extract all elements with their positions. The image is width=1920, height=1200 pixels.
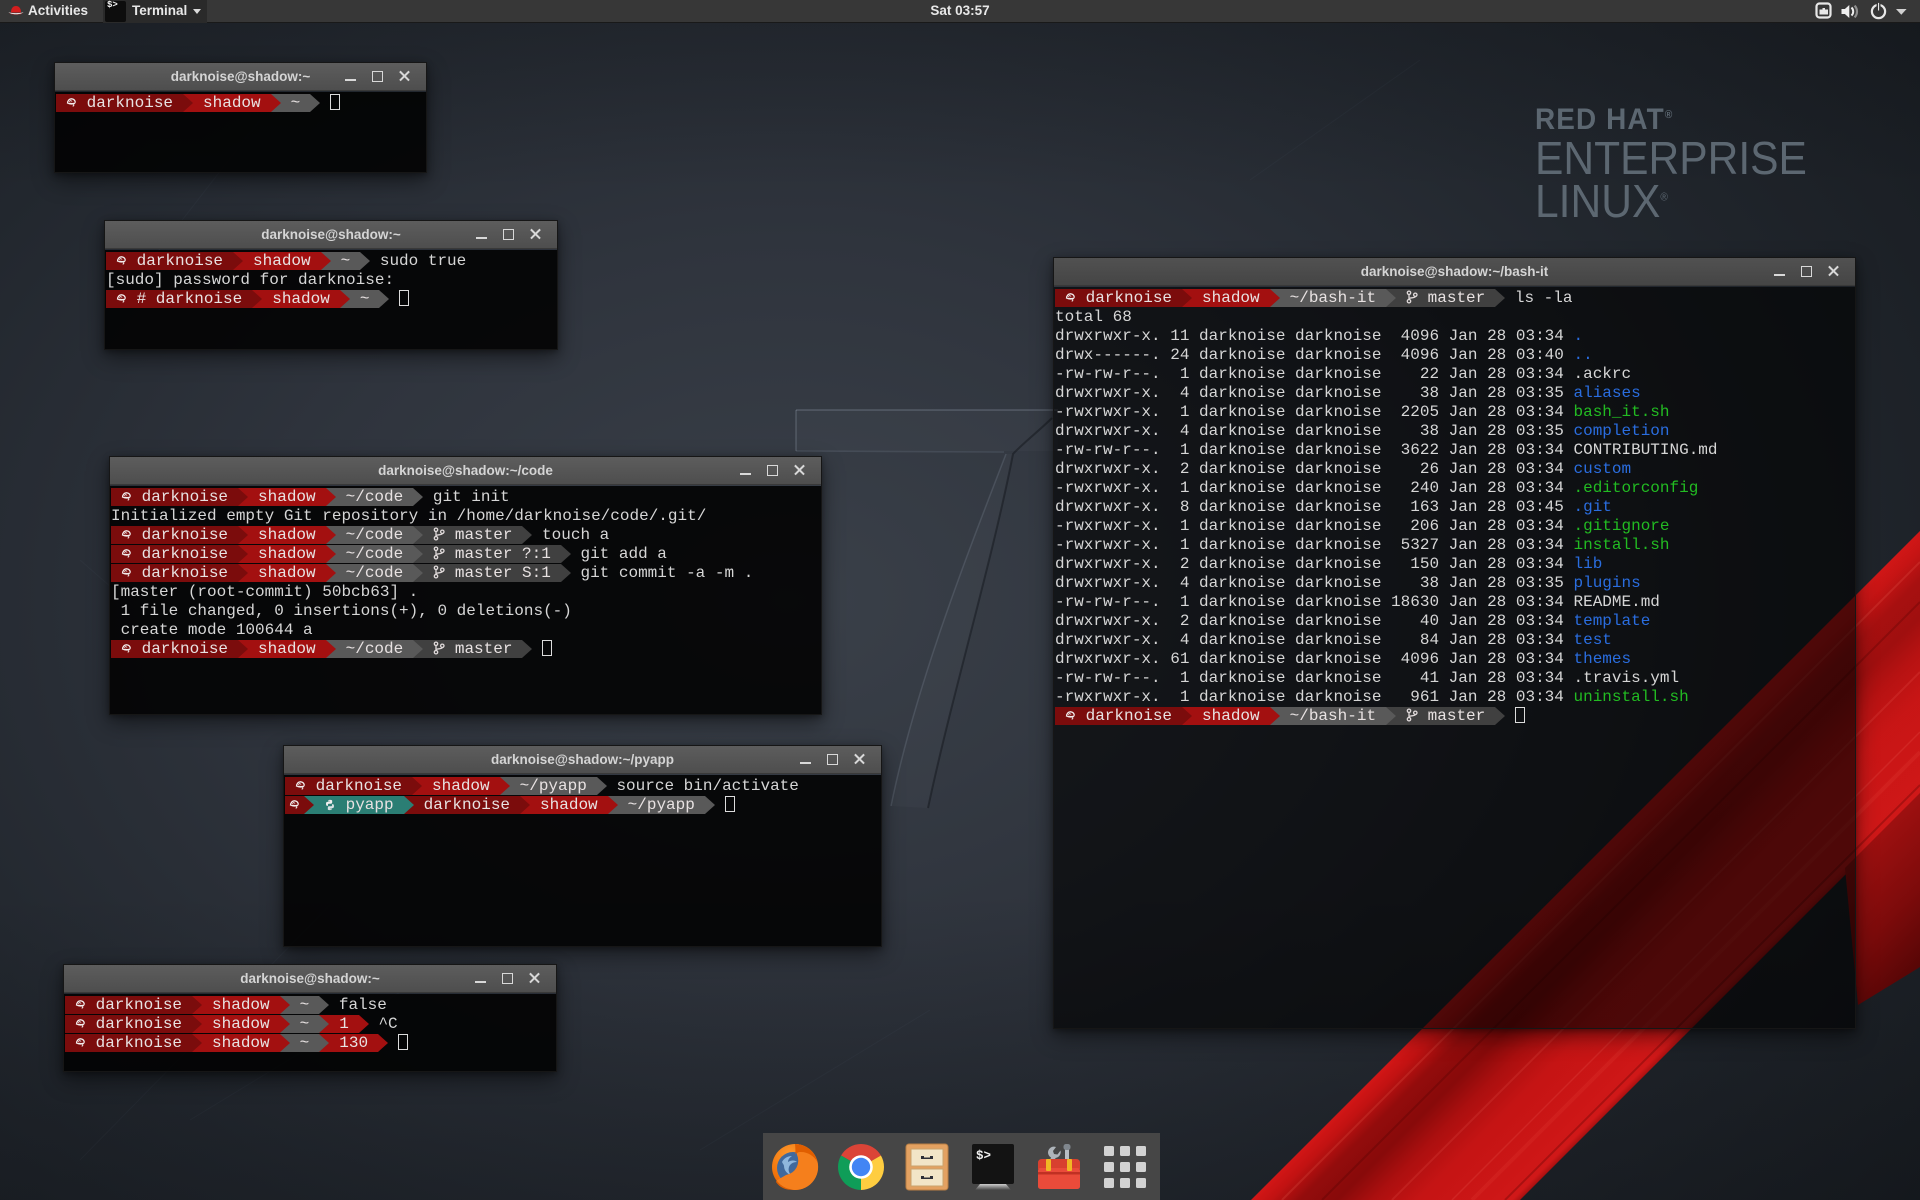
svg-text:$>: $>: [976, 1149, 991, 1163]
